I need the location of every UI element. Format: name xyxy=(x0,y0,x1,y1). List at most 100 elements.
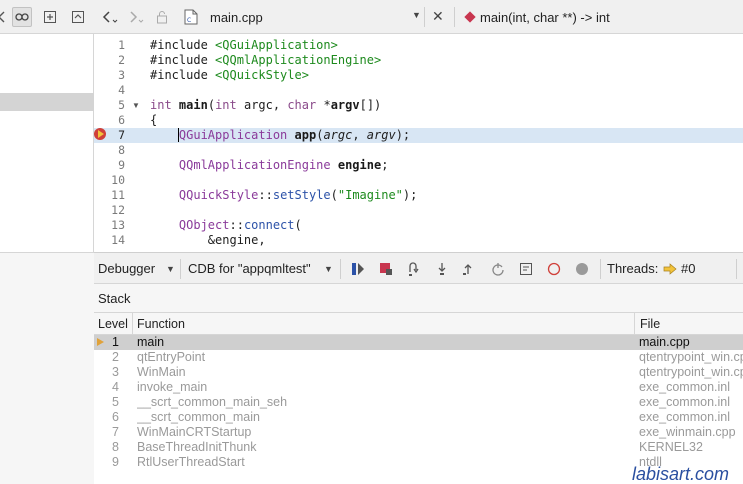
stack-row[interactable]: 5 __scrt_common_main_seh exe_common.inl xyxy=(94,395,743,410)
line-number[interactable]: 8 xyxy=(94,143,125,158)
sidebar-selected-item[interactable] xyxy=(0,93,94,111)
lock-icon[interactable] xyxy=(156,8,168,26)
cpp-file-icon: C xyxy=(184,8,198,26)
breakpoint-execution-arrow-icon[interactable] xyxy=(94,128,106,140)
fold-marker-icon[interactable]: ▼ xyxy=(132,98,140,113)
stack-level: 7 xyxy=(112,425,119,439)
stack-row[interactable]: 3 WinMain qtentrypoint_win.cpp xyxy=(94,365,743,380)
line-number[interactable]: 10 xyxy=(94,173,125,188)
code-line[interactable]: 4 xyxy=(94,83,743,98)
line-number[interactable]: 9 xyxy=(94,158,125,173)
code-text[interactable]: QQuickStyle::setStyle("Imagine"); xyxy=(150,188,417,203)
stack-file: exe_common.inl xyxy=(639,380,731,394)
code-text[interactable]: { xyxy=(150,113,157,128)
code-line[interactable]: 1 #include <QGuiApplication> xyxy=(94,38,743,53)
navigate-forward-icon[interactable] xyxy=(128,8,144,26)
column-separator[interactable] xyxy=(634,313,635,336)
stop-debugger-icon[interactable] xyxy=(378,261,394,277)
chevron-down-icon[interactable]: ▼ xyxy=(324,264,333,274)
column-header-function[interactable]: Function xyxy=(137,317,185,331)
step-over-icon[interactable] xyxy=(406,261,422,277)
stack-row-selected[interactable]: 1 main main.cpp xyxy=(94,335,743,350)
code-line[interactable]: 6{ xyxy=(94,113,743,128)
stack-pane-title-bar: Stack xyxy=(94,284,743,312)
code-line[interactable]: 12 xyxy=(94,203,743,218)
line-number[interactable]: 11 xyxy=(94,188,125,203)
text-cursor xyxy=(178,128,179,142)
restart-icon[interactable] xyxy=(490,261,506,277)
link-icon[interactable] xyxy=(12,7,32,27)
code-line[interactable]: 8 xyxy=(94,143,743,158)
code-editor[interactable]: 1 #include <QGuiApplication> 2 #include <QQ… xyxy=(94,34,743,252)
stack-row[interactable]: 6 __scrt_common_main exe_common.inl xyxy=(94,410,743,425)
line-number[interactable]: 6 xyxy=(94,113,125,128)
stack-file: qtentrypoint_win.cpp xyxy=(639,350,743,364)
operate-by-instruction-icon[interactable] xyxy=(518,261,534,277)
stack-file: qtentrypoint_win.cpp xyxy=(639,365,743,379)
current-code-line[interactable]: 7 QGuiApplication app(argc, argv); xyxy=(94,128,743,143)
stack-function: qtEntryPoint xyxy=(137,350,206,364)
current-symbol[interactable]: main(int, char **) -> int xyxy=(480,10,610,25)
column-header-file[interactable]: File xyxy=(640,317,660,331)
code-line[interactable]: 14 &engine, xyxy=(94,233,743,248)
file-dropdown-icon[interactable]: ▼ xyxy=(412,10,421,20)
stack-row[interactable]: 8 BaseThreadInitThunk KERNEL32 xyxy=(94,440,743,455)
toolbar-separator xyxy=(180,259,181,279)
record-icon[interactable] xyxy=(546,261,562,277)
stack-level: 3 xyxy=(112,365,119,379)
toolbar-separator xyxy=(340,259,341,279)
code-text[interactable]: #include <QQmlApplicationEngine> xyxy=(150,53,381,68)
split-add-icon[interactable] xyxy=(40,7,60,27)
code-line[interactable]: 11 QQuickStyle::setStyle("Imagine"); xyxy=(94,188,743,203)
column-separator[interactable] xyxy=(132,313,133,336)
line-number[interactable]: 1 xyxy=(94,38,125,53)
current-thread-arrow-icon xyxy=(662,261,678,277)
code-line[interactable]: 9 QQmlApplicationEngine engine; xyxy=(94,158,743,173)
debugger-mode-select[interactable]: Debugger xyxy=(98,261,155,276)
editor-toolbar: C main.cpp ▼ ✕ main(int, char **) -> int xyxy=(94,0,743,34)
left-sidebar xyxy=(0,0,94,484)
reverse-direction-icon[interactable] xyxy=(574,261,590,277)
code-text[interactable]: int main(int argc, char *argv[]) xyxy=(150,98,381,113)
stack-file: KERNEL32 xyxy=(639,440,703,454)
code-line[interactable]: 5 ▼ int main(int argc, char *argv[]) xyxy=(94,98,743,113)
function-symbol-icon xyxy=(464,11,476,23)
navigate-back-icon[interactable] xyxy=(102,8,118,26)
step-into-icon[interactable] xyxy=(434,261,450,277)
stack-row[interactable]: 4 invoke_main exe_common.inl xyxy=(94,380,743,395)
code-text[interactable]: QQmlApplicationEngine engine; xyxy=(150,158,389,173)
line-number[interactable]: 2 xyxy=(94,53,125,68)
sidebar-back-icon[interactable] xyxy=(0,7,12,27)
stack-file: exe_common.inl xyxy=(639,395,731,409)
code-line[interactable]: 3 #include <QQuickStyle> xyxy=(94,68,743,83)
code-text[interactable]: #include <QGuiApplication> xyxy=(150,38,338,53)
toolbar-separator xyxy=(600,259,601,279)
code-text[interactable]: &engine, xyxy=(150,233,266,248)
open-file-name[interactable]: main.cpp xyxy=(210,10,263,25)
column-header-level[interactable]: Level xyxy=(98,317,128,331)
chevron-down-icon[interactable]: ▼ xyxy=(166,264,175,274)
continue-icon[interactable] xyxy=(350,261,366,277)
line-number[interactable]: 4 xyxy=(94,83,125,98)
line-number[interactable]: 5 xyxy=(94,98,125,113)
thread-select[interactable]: #0 xyxy=(681,261,695,276)
code-text[interactable]: QGuiApplication app(argc, argv); xyxy=(150,128,410,143)
code-line[interactable]: 13 QObject::connect( xyxy=(94,218,743,233)
code-text[interactable]: QObject::connect( xyxy=(150,218,302,233)
toolbar-separator xyxy=(424,7,425,27)
stack-row[interactable]: 2 qtEntryPoint qtentrypoint_win.cpp xyxy=(94,350,743,365)
code-text[interactable]: #include <QQuickStyle> xyxy=(150,68,309,83)
code-line[interactable]: 2 #include <QQmlApplicationEngine> xyxy=(94,53,743,68)
step-out-icon[interactable] xyxy=(460,261,476,277)
debugger-toolbar: Debugger ▼ CDB for "appqmltest" ▼ Thread… xyxy=(94,252,743,284)
line-number[interactable]: 13 xyxy=(94,218,125,233)
line-number[interactable]: 14 xyxy=(94,233,125,248)
stack-row[interactable]: 7 WinMainCRTStartup exe_winmain.cpp xyxy=(94,425,743,440)
code-line[interactable]: 10 xyxy=(94,173,743,188)
collapse-icon[interactable] xyxy=(68,7,88,27)
stack-table-header: Level Function File xyxy=(94,312,743,336)
line-number[interactable]: 3 xyxy=(94,68,125,83)
debug-engine-select[interactable]: CDB for "appqmltest" xyxy=(188,261,311,276)
close-document-icon[interactable]: ✕ xyxy=(432,8,444,25)
line-number[interactable]: 12 xyxy=(94,203,125,218)
